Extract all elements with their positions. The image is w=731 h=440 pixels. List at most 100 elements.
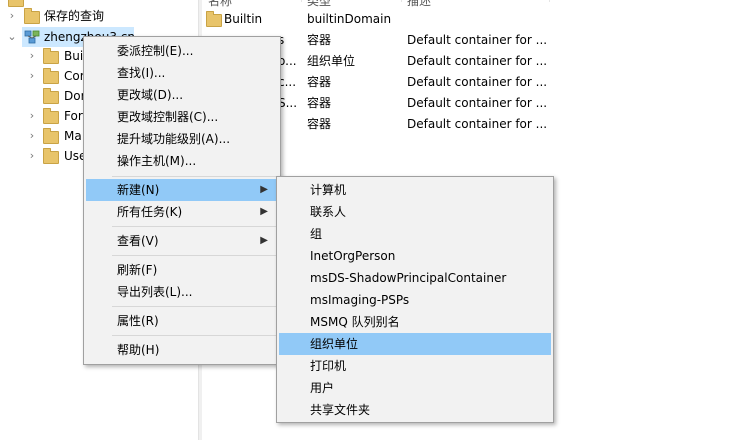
table-row[interactable]: Builtin builtinDomain [202,9,731,30]
menu-separator [112,255,278,256]
column-divider[interactable] [549,0,550,2]
menu-item-delegate-control[interactable]: 委派控制(E)... [86,40,278,62]
chevron-right-icon: ▶ [260,235,268,246]
menu-item-label: 刷新(F) [117,263,158,277]
menu-item-label: 组 [310,227,323,241]
chevron-right-icon[interactable]: › [25,106,39,126]
menu-item-label: 查看(V) [117,234,159,248]
submenu-item-organizational-unit[interactable]: 组织单位 [279,333,551,355]
menu-item-label: 帮助(H) [117,343,160,357]
submenu-item-msmq-alias[interactable]: MSMQ 队列别名 [279,311,551,333]
menu-item-label: 联系人 [310,205,347,219]
chevron-right-icon[interactable]: › [25,126,39,146]
menu-item-raise-level[interactable]: 提升域功能级别(A)... [86,128,278,150]
menu-separator [112,226,278,227]
tree-item-label: 保存的查询 [44,9,105,23]
chevron-right-icon[interactable]: › [5,6,19,26]
column-header-name[interactable]: 名称 [208,0,232,9]
menu-item-change-domain[interactable]: 更改域(D)... [86,84,278,106]
chevron-right-icon[interactable]: › [25,146,39,166]
folder-icon [24,8,40,24]
submenu-item-contact[interactable]: 联系人 [279,201,551,223]
submenu-item-shadow-principal[interactable]: msDS-ShadowPrincipalContainer [279,267,551,289]
cell-type: 容器 [307,33,332,47]
column-divider[interactable] [401,0,402,2]
submenu-item-printer[interactable]: 打印机 [279,355,551,377]
menu-item-label: 新建(N) [117,183,160,197]
table-row[interactable]: S... 容器 Default container for ... [202,93,731,114]
menu-item-label: 更改域控制器(C)... [117,110,219,124]
tree-item-saved-queries[interactable]: › 保存的查询 [0,6,198,26]
menu-item-label: 共享文件夹 [310,403,371,417]
menu-item-label: 用户 [310,381,335,395]
submenu-item-group[interactable]: 组 [279,223,551,245]
column-divider[interactable] [301,0,302,2]
menu-item-operations-masters[interactable]: 操作主机(M)... [86,150,278,172]
menu-item-label: 打印机 [310,359,347,373]
menu-item-refresh[interactable]: 刷新(F) [86,259,278,281]
menu-item-label: 委派控制(E)... [117,44,194,58]
folder-icon [43,48,59,64]
ou-folder-icon [43,88,59,104]
menu-item-label: 更改域(D)... [117,88,184,102]
submenu-item-shared-folder[interactable]: 共享文件夹 [279,399,551,420]
cell-desc: Default container for ... [407,33,548,47]
menu-item-help[interactable]: 帮助(H) [86,339,278,361]
submenu-item-inetorgperson[interactable]: InetOrgPerson [279,245,551,267]
menu-item-new[interactable]: 新建(N) ▶ [86,179,278,201]
menu-item-label: 属性(R) [117,314,159,328]
menu-item-label: msDS-ShadowPrincipalContainer [310,271,507,285]
chevron-right-icon: ▶ [260,206,268,217]
menu-item-label: 计算机 [310,183,347,197]
menu-item-label: 查找(I)... [117,66,166,80]
tree-item-label: Cor [64,69,85,83]
chevron-down-icon[interactable]: ⌄ [5,27,19,47]
folder-icon [43,128,59,144]
cell-type: 容器 [307,75,332,89]
column-header-type[interactable]: 类型 [307,0,331,9]
folder-icon [43,68,59,84]
new-submenu: 计算机 联系人 组 InetOrgPerson msDS-ShadowPrinc… [276,176,554,423]
cell-desc: Default container for ... [407,54,548,68]
menu-item-label: 组织单位 [310,337,359,351]
tree-item-label: For [64,109,83,123]
menu-separator [112,176,278,177]
context-menu: 委派控制(E)... 查找(I)... 更改域(D)... 更改域控制器(C).… [83,36,281,365]
folder-icon [43,108,59,124]
column-header-desc[interactable]: 描述 [407,0,431,9]
menu-item-all-tasks[interactable]: 所有任务(K) ▶ [86,201,278,223]
chevron-right-icon[interactable]: › [25,46,39,66]
tree-item-label: Bui [64,49,84,63]
table-row[interactable]: c... 容器 Default container for ... [202,72,731,93]
menu-item-label: MSMQ 队列别名 [310,315,400,329]
menu-item-label: 操作主机(M)... [117,154,197,168]
cell-desc: Default container for ... [407,117,548,131]
list-header[interactable]: 名称 类型 描述 [202,0,731,9]
cell-type: 组织单位 [307,54,356,68]
menu-item-view[interactable]: 查看(V) ▶ [86,230,278,252]
tree-item-label: Ma [64,129,82,143]
menu-separator [112,306,278,307]
submenu-item-user[interactable]: 用户 [279,377,551,399]
menu-item-export-list[interactable]: 导出列表(L)... [86,281,278,303]
cell-type: builtinDomain [307,12,392,26]
cell-name: Builtin [224,12,263,26]
folder-icon [206,11,222,27]
chevron-right-icon[interactable]: › [25,66,39,86]
domain-icon [24,30,40,44]
menu-item-properties[interactable]: 属性(R) [86,310,278,332]
table-row[interactable]: s 容器 Default container for ... [202,30,731,51]
chevron-right-icon: ▶ [260,184,268,195]
menu-item-change-dc[interactable]: 更改域控制器(C)... [86,106,278,128]
table-row[interactable]: 容器 Default container for ... [202,114,731,135]
table-row[interactable]: o... 组织单位 Default container for ... [202,51,731,72]
cell-type: 容器 [307,96,332,110]
submenu-item-msimaging[interactable]: msImaging-PSPs [279,289,551,311]
menu-item-label: InetOrgPerson [310,249,396,263]
submenu-item-computer[interactable]: 计算机 [279,179,551,201]
menu-item-label: msImaging-PSPs [310,293,410,307]
menu-item-label: 所有任务(K) [117,205,183,219]
menu-item-find[interactable]: 查找(I)... [86,62,278,84]
menu-separator [112,335,278,336]
cell-type: 容器 [307,117,332,131]
